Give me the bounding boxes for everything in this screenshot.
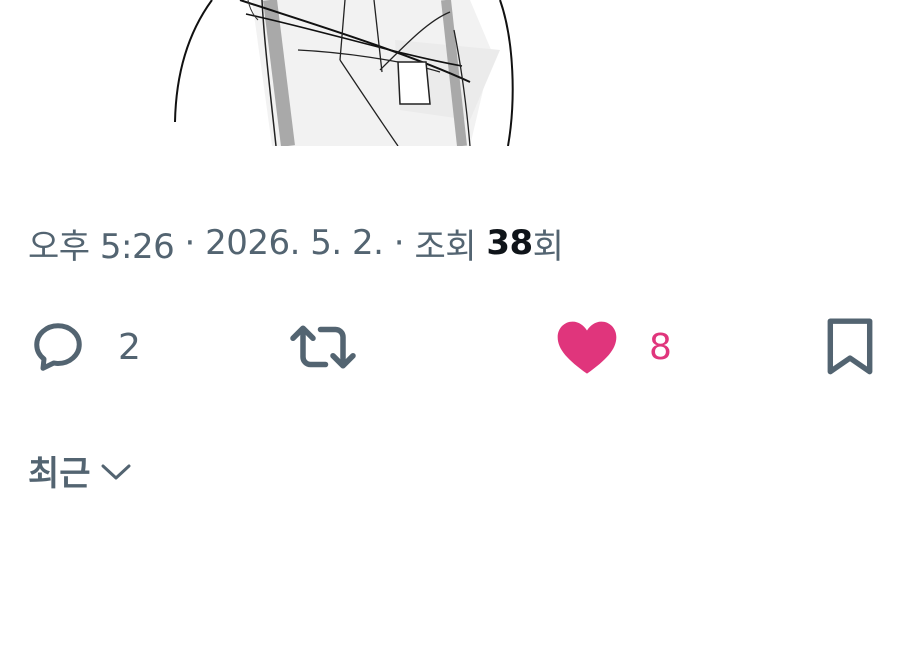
views-count[interactable]: 38	[486, 223, 533, 263]
reply-sort-dropdown[interactable]: 최근	[28, 446, 133, 494]
reply-icon	[34, 323, 82, 371]
sort-label: 최근	[28, 453, 91, 494]
meta-separator: ·	[383, 223, 415, 263]
reply-count: 2	[118, 326, 141, 368]
tweet-actions: 2 8	[0, 312, 903, 382]
sketch-illustration	[0, 0, 903, 146]
bookmark-button[interactable]	[820, 312, 880, 382]
views-label: 조회	[414, 226, 487, 267]
views-suffix: 회	[532, 226, 564, 267]
chevron-down-icon	[101, 464, 131, 480]
reply-button[interactable]: 2	[28, 312, 141, 382]
retweet-icon	[290, 325, 356, 369]
tweet-time[interactable]: 오후 5:26	[28, 219, 175, 268]
heart-icon	[557, 321, 617, 374]
like-count: 8	[649, 326, 672, 368]
tweet-image[interactable]	[0, 0, 903, 146]
retweet-button[interactable]	[288, 312, 358, 382]
meta-separator: ·	[174, 223, 206, 263]
tweet-date[interactable]: 2026. 5. 2.	[205, 223, 384, 263]
bookmark-icon	[827, 318, 873, 375]
tweet-meta: 오후 5:26 · 2026. 5. 2. · 조회 38 회	[28, 219, 564, 268]
like-button[interactable]: 8	[555, 312, 672, 382]
